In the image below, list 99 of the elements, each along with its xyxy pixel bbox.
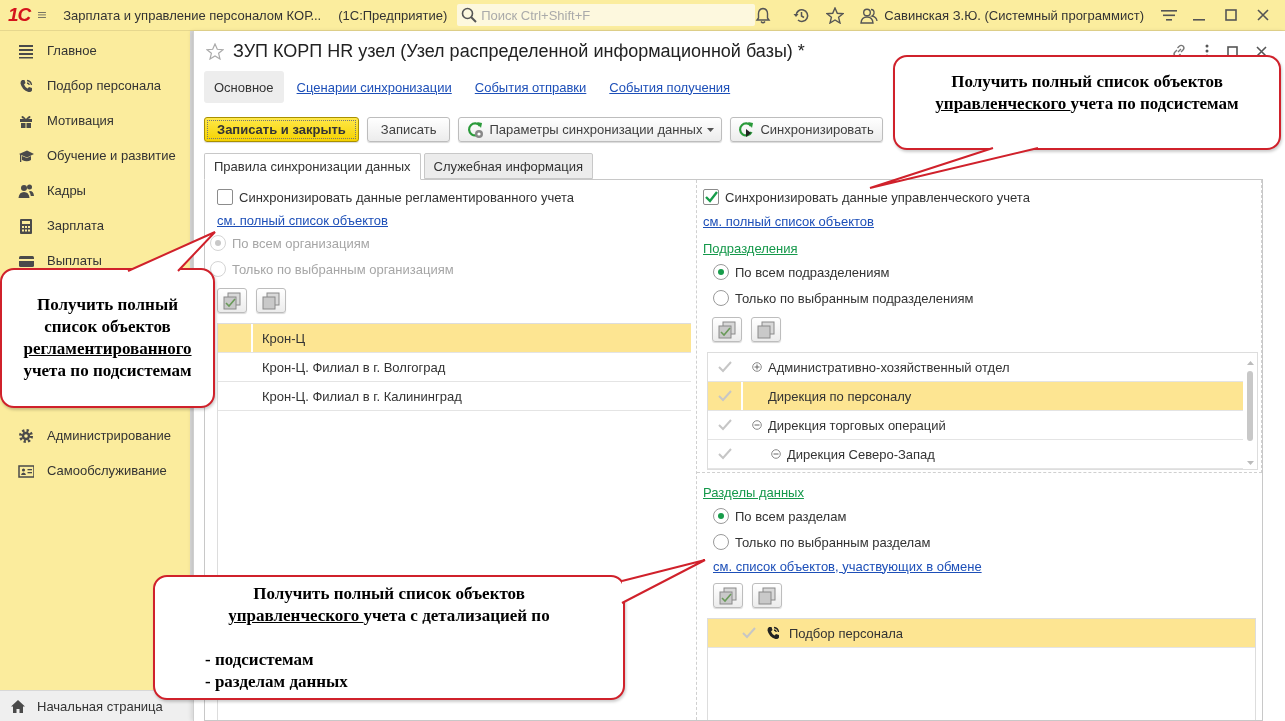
section-tab[interactable]: События получения xyxy=(599,71,741,103)
callout-text: Получить полный список объектов управленческого учета с детализацией по xyxy=(227,583,551,628)
callout-list-item: - подсистемам xyxy=(205,649,315,672)
home-tab[interactable]: Начальная страница xyxy=(0,690,193,721)
radio-button[interactable] xyxy=(713,264,729,280)
sidebar-item[interactable]: Кадры xyxy=(47,183,86,198)
row-label: Крон-Ц. Филиал в г. Волгоград xyxy=(262,359,446,375)
squares-icon xyxy=(758,586,776,605)
close-icon[interactable] xyxy=(1257,9,1269,21)
search-field[interactable]: Поиск Ctrl+Shift+F xyxy=(457,4,756,26)
dropdown-button[interactable]: Параметры синхронизации данных xyxy=(458,117,723,142)
primary-button[interactable]: Записать и закрыть xyxy=(204,117,359,142)
option-label: Только по выбранным организациям xyxy=(232,261,454,277)
collapse-icon[interactable] xyxy=(752,420,762,430)
people-icon xyxy=(18,182,34,199)
close-icon[interactable] xyxy=(1256,45,1267,57)
callout-list-item: - разделам данных xyxy=(205,671,349,694)
app-logo[interactable]: 1С xyxy=(8,4,31,26)
sidebar-item[interactable]: Подбор персонала xyxy=(47,78,161,93)
toolbar-button[interactable]: Синхронизировать xyxy=(730,117,883,142)
app-title: Зарплата и управление персоналом КОР... xyxy=(63,7,322,23)
link[interactable]: см. полный список объектов xyxy=(703,210,1258,232)
table-row[interactable]: Подбор персонала xyxy=(708,619,1255,648)
checkbox[interactable] xyxy=(703,189,719,205)
sidebar-item[interactable]: Обучение и развитие xyxy=(47,148,176,163)
tree-row[interactable]: Дирекция торговых операций xyxy=(708,411,1243,440)
radio-button[interactable] xyxy=(713,508,729,524)
id-card-icon xyxy=(18,462,34,479)
bell-icon[interactable] xyxy=(755,6,772,24)
sidebar-item[interactable]: Выплаты xyxy=(47,253,102,268)
tree-item-label: Административно-хозяйственный отдел xyxy=(768,359,1010,375)
sidebar-item[interactable]: Администрирование xyxy=(47,428,171,443)
callout-text: Получить полный список объектов регламентированного учета по подсистемам xyxy=(22,294,193,383)
history-icon[interactable] xyxy=(793,6,811,24)
calculator-icon xyxy=(18,217,34,234)
check-all-button[interactable] xyxy=(712,317,742,342)
star-icon[interactable] xyxy=(206,42,224,60)
sidebar-item[interactable]: Главное xyxy=(47,43,97,58)
filter-icon[interactable] xyxy=(1161,8,1177,22)
tree-item-label: Дирекция Северо-Запад xyxy=(787,446,935,462)
section-tab[interactable]: Основное xyxy=(204,71,284,103)
collapse-icon[interactable] xyxy=(771,449,781,459)
row-label: Подбор персонала xyxy=(789,625,903,641)
tree-item-label: Дирекция торговых операций xyxy=(768,417,946,433)
sidebar-item[interactable]: Самообслуживание xyxy=(47,463,167,478)
expand-icon[interactable] xyxy=(752,362,762,372)
search-icon xyxy=(461,7,478,23)
radio-button[interactable] xyxy=(713,290,729,306)
maximize-icon[interactable] xyxy=(1227,45,1238,57)
tab[interactable]: Правила синхронизации данных xyxy=(204,153,421,180)
radio-button[interactable] xyxy=(713,534,729,550)
row-label: Крон-Ц xyxy=(262,330,306,346)
section-tab[interactable]: События отправки xyxy=(464,71,597,103)
checked-squares-icon xyxy=(223,291,241,310)
phone-icon xyxy=(765,625,781,641)
up-arrow-icon xyxy=(1246,361,1254,365)
checkmark xyxy=(704,190,718,204)
section-link[interactable]: Подразделения xyxy=(703,237,1258,259)
tree-row[interactable]: Дирекция Северо-Запад xyxy=(708,440,1243,469)
users-icon[interactable] xyxy=(860,6,879,24)
checkbox-label: Синхронизировать данные управленческого учета xyxy=(725,189,1030,205)
phone-icon xyxy=(18,77,34,94)
callout-text: Получить полный список объектов управленческого учета по подсистемам xyxy=(934,71,1240,116)
option-label: По всем разделам xyxy=(735,508,847,524)
squares-icon xyxy=(262,291,280,310)
sidebar-item[interactable]: Мотивация xyxy=(47,113,114,128)
sync-settings-icon xyxy=(466,120,485,139)
maximize-icon[interactable] xyxy=(1225,9,1237,21)
check-all-button[interactable] xyxy=(217,288,247,313)
toolbar-button[interactable]: Записать xyxy=(366,117,451,142)
uncheck-all-button[interactable] xyxy=(751,317,781,342)
option-label: По всем организациям xyxy=(232,235,370,251)
home-icon xyxy=(10,698,26,714)
checked-squares-icon xyxy=(719,586,737,605)
tab[interactable]: Служебная информация xyxy=(423,153,593,179)
caret-icon xyxy=(707,127,715,132)
uncheck-all-button[interactable] xyxy=(752,583,782,608)
squares-icon xyxy=(757,320,775,339)
platform-name: (1С:Предприятие) xyxy=(338,7,448,23)
user-name[interactable]: Савинская З.Ю. (Системный программист) xyxy=(884,7,1144,23)
row-label: Крон-Ц. Филиал в г. Калининград xyxy=(262,388,462,404)
sync-icon xyxy=(737,120,756,139)
sidebar-item[interactable]: Зарплата xyxy=(47,218,104,233)
option-label: Только по выбранным подразделениям xyxy=(735,290,974,306)
settings-icon xyxy=(18,427,34,444)
checkbox-label: Синхронизировать данные регламентированного учета xyxy=(239,189,575,205)
section-link[interactable]: Разделы данных xyxy=(703,481,1259,503)
section-tab[interactable]: Сценарии синхронизации xyxy=(286,71,462,103)
link[interactable]: см. список объектов, участвующих в обмене xyxy=(713,555,1259,577)
option-label: По всем подразделениям xyxy=(735,264,890,280)
list-icon xyxy=(18,42,34,59)
check-all-button[interactable] xyxy=(713,583,743,608)
tree-item-label: Дирекция по персоналу xyxy=(768,388,912,404)
option-label: Только по выбранным разделам xyxy=(735,534,931,550)
form-title: ЗУП КОРП HR узел (Узел распределенной информационной базы) * xyxy=(233,40,805,62)
checked-squares-icon xyxy=(718,320,736,339)
uncheck-all-button[interactable] xyxy=(256,288,286,313)
down-arrow-icon xyxy=(1246,461,1254,465)
star-icon[interactable] xyxy=(826,6,845,24)
